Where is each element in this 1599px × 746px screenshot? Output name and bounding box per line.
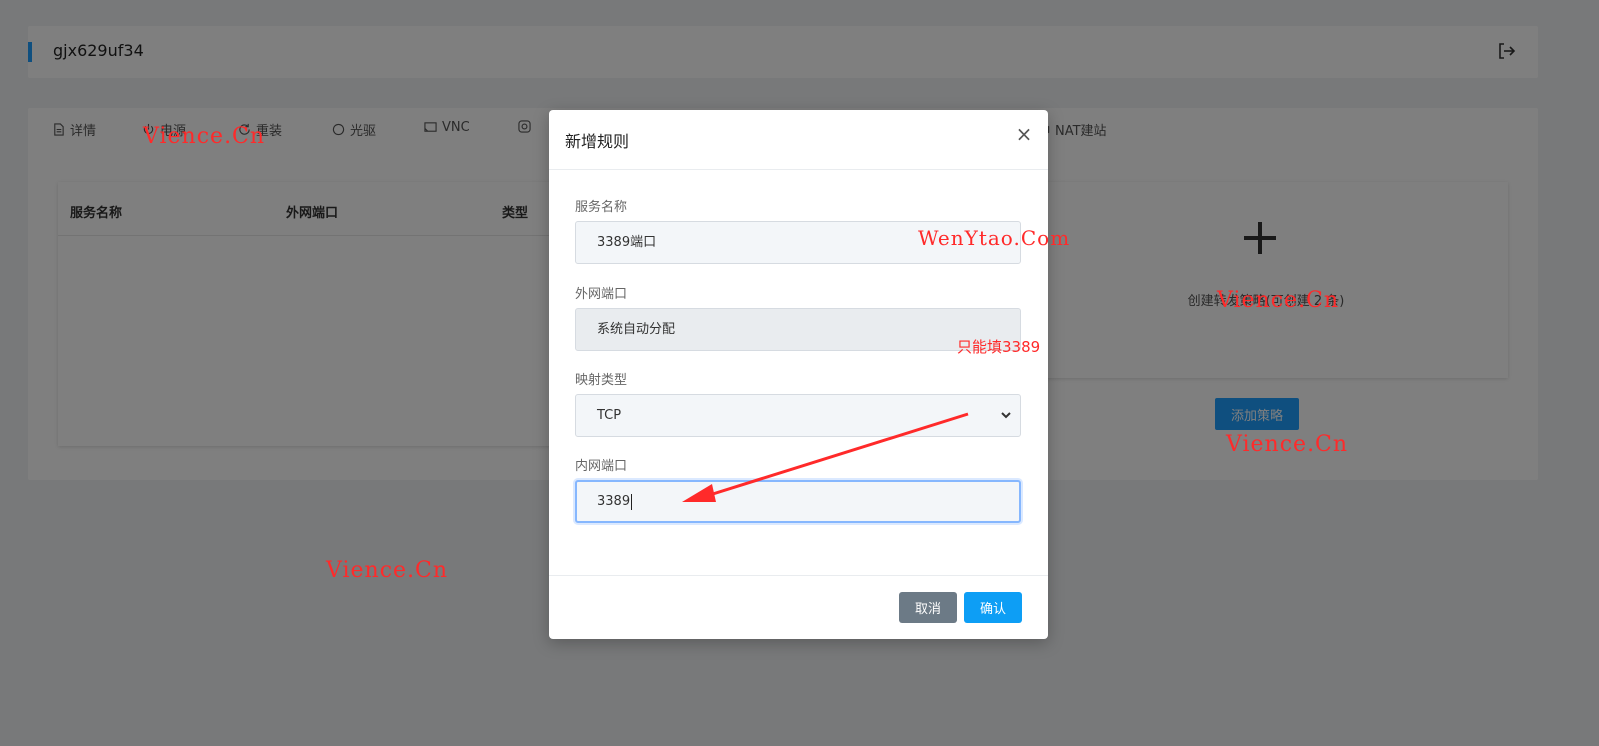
external-port-label: 外网端口 [575,287,628,302]
mapping-type-value: TCP [597,408,622,423]
cancel-button[interactable]: 取消 [899,592,957,623]
internal-port-label: 内网端口 [575,459,628,474]
text-caret [631,493,633,510]
watermark-text: Vience.Cn [1217,288,1340,313]
mapping-type-select[interactable]: TCP [575,394,1021,437]
mapping-type-label: 映射类型 [575,373,628,388]
confirm-button[interactable]: 确认 [964,592,1022,623]
add-rule-dialog: 新增规则 × 服务名称 3389端口 外网端口 系统自动分配 映射类型 TCP … [549,110,1048,639]
dialog-title: 新增规则 [565,132,630,151]
close-icon[interactable]: × [1014,122,1034,146]
watermark-text: Vience.Cn [1226,432,1349,457]
external-port-input: 系统自动分配 [575,308,1021,351]
dialog-footer-divider [549,575,1048,576]
annotation-note: 只能填3389 [957,338,1041,356]
internal-port-value: 3389 [597,494,631,509]
watermark-text: Vience.Cn [326,558,449,583]
watermark-text: WenYtao.Com [918,226,1071,250]
service-name-label: 服务名称 [575,200,628,215]
dialog-header: 新增规则 × [549,110,1048,170]
watermark-text: Vience.Cn [143,124,266,149]
internal-port-input[interactable]: 3389 [575,480,1021,523]
chevron-down-icon [1001,412,1011,419]
